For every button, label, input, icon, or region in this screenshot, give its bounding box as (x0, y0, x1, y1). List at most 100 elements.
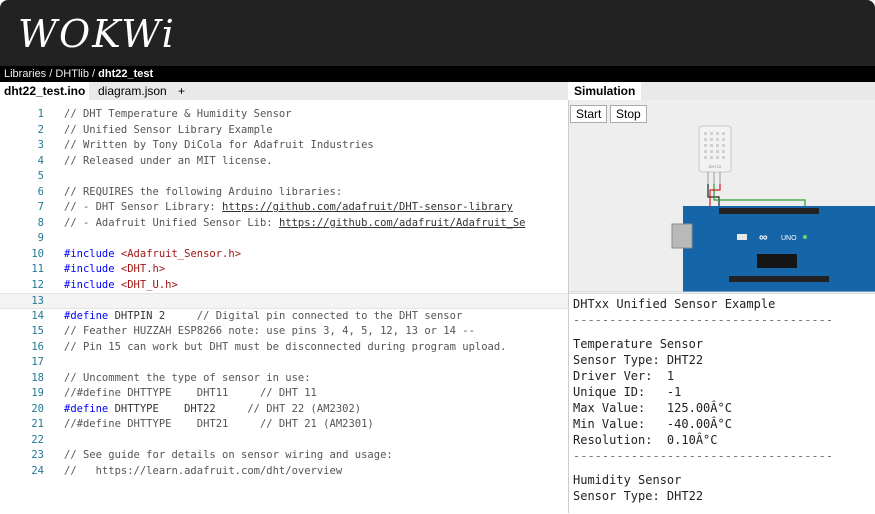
code-line[interactable]: 22 (0, 433, 568, 449)
code-token: <DHT_U.h> (120, 278, 178, 291)
serial-line: Min Value: -40.00Â°C (573, 417, 732, 431)
code-line[interactable]: 9 (0, 231, 568, 247)
code-line[interactable]: 4 // Released under an MIT license. (0, 154, 568, 170)
line-number: 1 (37, 108, 44, 120)
line-number: 14 (31, 309, 44, 322)
code-line[interactable]: 6 // REQUIRES the following Arduino libra… (0, 185, 568, 201)
line-number: 23 (31, 449, 44, 461)
code-token: // Uncomment the type of sensor in use: (64, 371, 311, 384)
code-text: // - Adafruit Unified Sensor Lib: https:… (64, 216, 525, 232)
serial-line: Temperature Sensor (573, 337, 704, 351)
code-line[interactable]: 21 //#define DHTTYPE DHT21 // DHT 21 (AM2… (0, 417, 568, 433)
code-link[interactable]: https://github.com/adafruit/DHT-sensor-l… (222, 201, 513, 213)
line-number: 18 (31, 371, 44, 384)
code-line[interactable]: 13 (0, 293, 568, 309)
code-token: // See guide for details on sensor wirin… (64, 449, 393, 461)
code-line[interactable]: 10 #include <Adafruit_Sensor.h> (0, 247, 568, 263)
code-text: // https://learn.adafruit.com/dht/overvi… (64, 464, 342, 480)
code-line[interactable]: 24 // https://learn.adafruit.com/dht/over… (0, 464, 568, 480)
tab-diagram-json[interactable]: diagram.json (94, 82, 171, 100)
dht22-sensor[interactable]: DHT22 (698, 125, 732, 184)
line-number: 17 (31, 356, 44, 368)
serial-line: Driver Ver: 1 (573, 369, 675, 383)
line-number: 11 (31, 263, 44, 275)
code-line[interactable]: 12 #include <DHT_U.h> (0, 278, 568, 294)
code-text: //#define DHTTYPE DHT11 // DHT 11 (64, 386, 317, 402)
tab-dht22-test-ino[interactable]: dht22_test.ino (0, 82, 90, 100)
code-token: // DHT Temperature & Humidity Sensor (64, 108, 292, 120)
wokwi-logo[interactable]: WOKWi (18, 6, 176, 62)
code-token: #include (64, 263, 121, 275)
code-token: #define (64, 402, 115, 415)
line-number: 2 (37, 123, 44, 136)
line-number: 21 (31, 418, 44, 430)
code-token: // - Adafruit Unified Sensor Lib: (64, 216, 279, 229)
code-line[interactable]: 8 // - Adafruit Unified Sensor Lib: https… (0, 216, 568, 232)
code-line[interactable]: 1 // DHT Temperature & Humidity Sensor (0, 107, 568, 123)
code-link[interactable]: https://github.com/adafruit/Adafruit_Se (279, 217, 526, 229)
line-number: 13 (31, 295, 44, 307)
code-line[interactable]: 23 // See guide for details on sensor wir… (0, 448, 568, 464)
line-number: 8 (37, 216, 44, 229)
breadcrumb-path[interactable]: Libraries / DHTlib / (4, 68, 98, 80)
code-line[interactable]: 16 // Pin 15 can work but DHT must be dis… (0, 340, 568, 356)
editor-scroll-mark (558, 43, 567, 44)
sensor-label: DHT22 (709, 164, 722, 169)
line-number: 15 (31, 325, 44, 337)
line-number: 19 (31, 387, 44, 399)
code-text: // Uncomment the type of sensor in use: (64, 371, 311, 387)
serial-line: ------------------------------------ (573, 313, 834, 327)
code-token: // Feather HUZZAH ESP8266 note: use pins… (64, 325, 475, 337)
code-line[interactable]: 5 (0, 169, 568, 185)
line-number: 20 (31, 402, 44, 415)
add-tab-button[interactable]: + (174, 82, 189, 100)
code-line[interactable]: 2 // Unified Sensor Library Example (0, 123, 568, 139)
code-line[interactable]: 18 // Uncomment the type of sensor in use… (0, 371, 568, 387)
app-header: WOKWi (0, 0, 875, 66)
code-token: DHTPIN 2 (114, 309, 166, 322)
code-line[interactable]: 14 #define DHTPIN 2 // Digital pin connec… (0, 309, 568, 325)
code-text: #define DHTPIN 2 // Digital pin connecte… (64, 309, 462, 325)
code-token: // Digital pin connected to the DHT sens… (165, 309, 463, 322)
arduino-uno-board[interactable]: ∞ UNO (671, 206, 875, 292)
code-text: // See guide for details on sensor wirin… (64, 448, 393, 464)
code-token: #include (64, 278, 121, 291)
code-line[interactable]: 3 // Written by Tony DiCola for Adafruit … (0, 138, 568, 154)
code-token: // Pin 15 can work but DHT must be disco… (64, 340, 507, 353)
code-token: <DHT.h> (120, 263, 166, 275)
board-label: UNO (781, 235, 797, 242)
code-line[interactable]: 20 #define DHTTYPE DHT22 // DHT 22 (AM230… (0, 402, 568, 418)
code-token: DHTTYPE DHT22 (114, 402, 216, 415)
code-token: // https://learn.adafruit.com/dht/overvi… (64, 464, 343, 477)
serial-line: Resolution: 0.10Â°C (573, 433, 718, 447)
svg-text:∞: ∞ (759, 230, 768, 244)
line-number: 6 (37, 185, 44, 198)
line-number: 24 (31, 464, 44, 477)
code-line[interactable]: 19 //#define DHTTYPE DHT11 // DHT 11 (0, 386, 568, 402)
code-text: #include <DHT_U.h> (64, 278, 178, 294)
simulation-panel: Start Stop DHT22 ∞ UNO DHTxx Unified Sen… (568, 100, 875, 514)
serial-monitor[interactable]: DHTxx Unified Sensor Example ------------… (569, 293, 875, 514)
code-token: // REQUIRES the following Arduino librar… (64, 185, 343, 198)
tab-simulation[interactable]: Simulation (568, 82, 642, 100)
code-line[interactable]: 17 (0, 355, 568, 371)
line-number: 16 (31, 340, 44, 353)
line-number: 5 (37, 170, 44, 182)
serial-line: Sensor Type: DHT22 (573, 489, 704, 503)
code-line[interactable]: 7 // - DHT Sensor Library: https://github… (0, 200, 568, 216)
serial-line: Humidity Sensor (573, 473, 682, 487)
line-number: 3 (37, 139, 44, 151)
simulation-tab-bar: Simulation (568, 82, 875, 100)
code-text: #include <Adafruit_Sensor.h> (64, 247, 241, 263)
code-token: //#define DHTTYPE DHT21 // DHT 21 (AM230… (64, 418, 374, 430)
line-number: 22 (31, 433, 44, 446)
code-text: #define DHTTYPE DHT22 // DHT 22 (AM2302) (64, 402, 361, 418)
code-line[interactable]: 15 // Feather HUZZAH ESP8266 note: use pi… (0, 324, 568, 340)
line-number: 7 (37, 201, 44, 213)
code-text: //#define DHTTYPE DHT21 // DHT 21 (AM230… (64, 417, 374, 433)
code-editor[interactable]: 1 // DHT Temperature & Humidity Sensor 2 //… (0, 100, 568, 513)
code-line[interactable]: 11 #include <DHT.h> (0, 262, 568, 278)
code-text: #include <DHT.h> (64, 262, 165, 278)
code-text: // Written by Tony DiCola for Adafruit I… (64, 138, 374, 154)
code-token: #include (64, 247, 121, 260)
